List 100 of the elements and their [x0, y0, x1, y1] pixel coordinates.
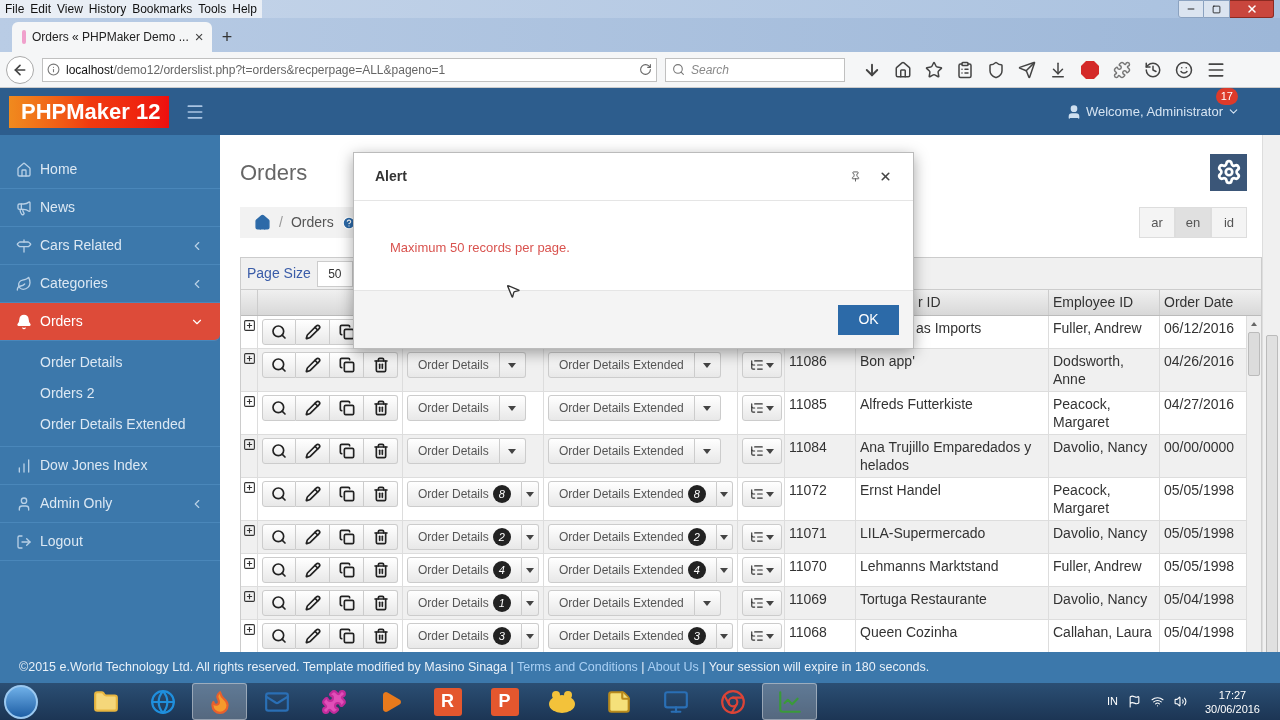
- related-table-button[interactable]: Order Details 3: [407, 623, 522, 649]
- sidebar-item[interactable]: Cars Related: [0, 227, 220, 265]
- row-action-button[interactable]: [296, 481, 330, 507]
- row-action-button[interactable]: [330, 524, 364, 550]
- table-scrollbar[interactable]: [1246, 316, 1261, 652]
- network-icon[interactable]: [1150, 695, 1164, 708]
- tab-close[interactable]: ×: [194, 25, 204, 49]
- expand-icon[interactable]: [242, 557, 256, 570]
- row-action-button[interactable]: [296, 590, 330, 616]
- related-table-button[interactable]: Order Details 2: [407, 524, 522, 550]
- back-button[interactable]: [6, 55, 34, 84]
- row-action-button[interactable]: [330, 623, 364, 649]
- settings-button[interactable]: [1210, 153, 1247, 191]
- menu-item[interactable]: View: [54, 0, 86, 18]
- row-action-button[interactable]: [262, 557, 296, 583]
- menu-item[interactable]: Bookmarks: [129, 0, 196, 18]
- taskbar-app[interactable]: P: [477, 683, 532, 720]
- expand-icon[interactable]: [242, 352, 256, 365]
- row-action-button[interactable]: [364, 352, 398, 378]
- history-icon[interactable]: [1144, 60, 1162, 79]
- row-action-button[interactable]: [364, 395, 398, 421]
- start-button[interactable]: [4, 684, 38, 719]
- row-action-button[interactable]: [330, 590, 364, 616]
- app-logo[interactable]: PHPMaker 12: [9, 95, 169, 128]
- related-table-button[interactable]: Order Details Extended 8: [548, 481, 717, 507]
- row-action-button[interactable]: [262, 438, 296, 464]
- row-action-button[interactable]: [364, 557, 398, 583]
- page-scrollbar[interactable]: [1262, 135, 1280, 652]
- row-action-button[interactable]: [330, 481, 364, 507]
- row-action-button[interactable]: [262, 319, 296, 345]
- menu-item[interactable]: History: [85, 0, 130, 18]
- expand-icon[interactable]: [242, 438, 256, 451]
- menu-item[interactable]: Edit: [27, 0, 55, 18]
- language-button[interactable]: en: [1175, 207, 1211, 238]
- send-icon[interactable]: [1018, 60, 1036, 79]
- expand-icon[interactable]: [242, 590, 256, 603]
- shield-icon[interactable]: [987, 60, 1005, 79]
- related-table-button[interactable]: Order Details 1: [407, 590, 522, 616]
- row-action-button[interactable]: [296, 438, 330, 464]
- related-table-button[interactable]: Order Details Extended 3: [548, 623, 717, 649]
- smile-icon[interactable]: [1175, 60, 1193, 79]
- pin-icon[interactable]: [850, 171, 861, 182]
- dropdown-button[interactable]: [499, 352, 526, 378]
- sidebar-item[interactable]: Dow Jones Index: [0, 447, 220, 485]
- row-action-button[interactable]: [262, 481, 296, 507]
- master-detail-button[interactable]: [742, 590, 782, 616]
- star-icon[interactable]: [925, 60, 943, 79]
- master-detail-button[interactable]: [742, 438, 782, 464]
- sidebar-item[interactable]: Admin Only: [0, 485, 220, 523]
- row-action-button[interactable]: [364, 438, 398, 464]
- expand-icon[interactable]: [242, 623, 256, 636]
- extension-icon[interactable]: [1113, 60, 1131, 79]
- row-action-button[interactable]: [296, 395, 330, 421]
- submenu-item[interactable]: Order Details: [0, 347, 220, 378]
- sidebar-item[interactable]: Logout: [0, 523, 220, 561]
- row-action-button[interactable]: [364, 481, 398, 507]
- sidebar-item[interactable]: News: [0, 189, 220, 227]
- save-icon[interactable]: [1049, 60, 1067, 79]
- master-detail-button[interactable]: [742, 395, 782, 421]
- master-detail-button[interactable]: [742, 524, 782, 550]
- page-size-field[interactable]: 50: [316, 260, 353, 287]
- submenu-item[interactable]: Orders 2: [0, 378, 220, 409]
- row-action-button[interactable]: [262, 395, 296, 421]
- related-table-button[interactable]: Order Details Extended: [548, 395, 695, 421]
- row-action-button[interactable]: [296, 524, 330, 550]
- row-action-button[interactable]: [262, 623, 296, 649]
- volume-icon[interactable]: [1173, 695, 1187, 708]
- new-tab-button[interactable]: +: [212, 22, 242, 52]
- row-action-button[interactable]: [330, 557, 364, 583]
- related-table-button[interactable]: Order Details 4: [407, 557, 522, 583]
- row-action-button[interactable]: [330, 438, 364, 464]
- home-icon[interactable]: [894, 60, 912, 79]
- search-field[interactable]: Search: [665, 57, 845, 82]
- dropdown-button[interactable]: [694, 590, 721, 616]
- address-field[interactable]: localhost/demo12/orderslist.php?t=orders&recperpage=ALL&pageno=1: [42, 57, 657, 82]
- expand-icon[interactable]: [242, 481, 256, 494]
- row-action-button[interactable]: [364, 524, 398, 550]
- related-table-button[interactable]: Order Details 8: [407, 481, 522, 507]
- related-table-button[interactable]: Order Details: [407, 438, 500, 464]
- related-table-button[interactable]: Order Details Extended: [548, 590, 695, 616]
- sidebar-item[interactable]: Orders: [0, 303, 220, 341]
- related-table-button[interactable]: Order Details: [407, 395, 500, 421]
- close-icon[interactable]: [879, 170, 892, 183]
- master-detail-button[interactable]: [742, 557, 782, 583]
- browser-tab[interactable]: Orders « PHPMaker Demo ... ×: [12, 22, 212, 52]
- related-table-button[interactable]: Order Details Extended: [548, 352, 695, 378]
- ok-button[interactable]: OK: [838, 304, 899, 335]
- clipboard-icon[interactable]: [956, 60, 974, 79]
- language-button[interactable]: ar: [1139, 207, 1175, 238]
- row-action-button[interactable]: [364, 590, 398, 616]
- master-detail-button[interactable]: [742, 623, 782, 649]
- taskbar-app[interactable]: R: [420, 683, 475, 720]
- row-action-button[interactable]: [296, 319, 330, 345]
- expand-icon[interactable]: [242, 395, 256, 408]
- menu-item[interactable]: Tools: [195, 0, 230, 18]
- related-table-button[interactable]: Order Details Extended 2: [548, 524, 717, 550]
- maximize-button[interactable]: [1204, 0, 1230, 18]
- dropdown-button[interactable]: [694, 438, 721, 464]
- master-detail-button[interactable]: [742, 481, 782, 507]
- row-action-button[interactable]: [330, 352, 364, 378]
